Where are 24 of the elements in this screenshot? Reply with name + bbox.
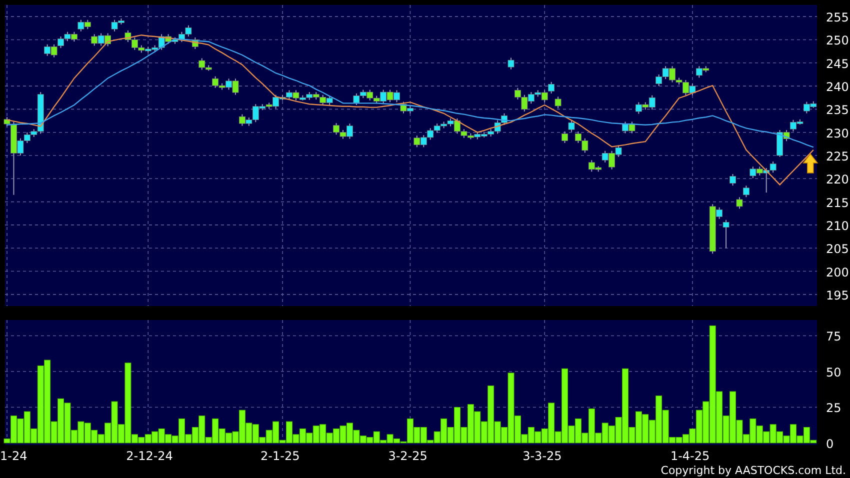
date-label: 2-1-25	[260, 449, 300, 462]
axis-label: 50	[826, 366, 842, 380]
date-label: 3-2-25	[388, 449, 428, 462]
axis-label: 225	[826, 150, 849, 164]
axis-label: 200	[826, 265, 849, 280]
axis-label: 195	[826, 288, 849, 302]
axis-label: 240	[826, 80, 849, 94]
axis-label: 250	[826, 34, 849, 48]
copyright-text: Copyright by AASTOCKS.com Ltd.	[660, 464, 846, 476]
date-label: 2-12-24	[126, 449, 173, 462]
axis-label: 205	[826, 242, 849, 256]
date-label: 1-4-25	[670, 449, 710, 462]
axis-label: 210	[826, 218, 849, 233]
axis-label: 220	[826, 172, 849, 187]
axis-label: 215	[826, 196, 849, 210]
date-label: 1-24	[0, 449, 28, 462]
axis-label: 0	[826, 437, 834, 451]
axis-label: 75	[826, 330, 842, 344]
axis-label: 245	[826, 56, 849, 71]
axis-label: 25	[826, 401, 842, 416]
axis-label: 230	[826, 126, 849, 140]
axis-label: 235	[826, 103, 849, 118]
date-label: 3-3-25	[522, 449, 562, 462]
axis-label: 255	[826, 10, 849, 25]
